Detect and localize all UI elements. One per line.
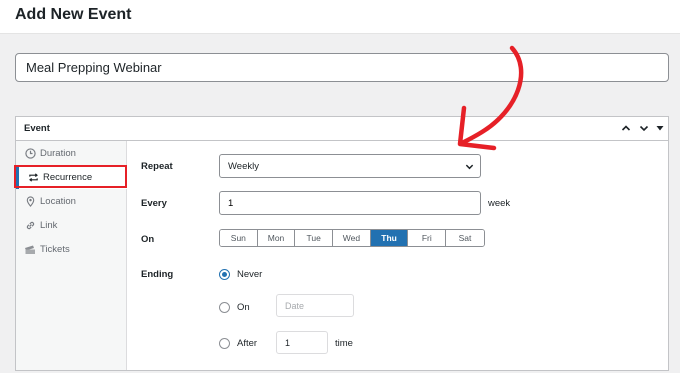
repeat-icon [27,171,39,183]
clock-icon [24,147,36,159]
on-label: On [141,234,155,245]
event-title-input[interactable] [15,53,669,82]
day-thu-button[interactable]: Thu [370,230,409,246]
day-wed-button[interactable]: Wed [333,230,371,246]
sidebar-item-label: Link [40,219,58,231]
link-icon [24,219,36,231]
ending-on-label: On [237,302,250,313]
metabox-header: Event [16,117,668,141]
day-tue-button[interactable]: Tue [295,230,334,246]
chevron-down-icon [465,162,474,174]
event-sidebar: Duration Recurrence Location Link Ticket… [14,141,127,370]
sidebar-item-label: Duration [40,147,76,159]
weekday-selector: Sun Mon Tue Wed Thu Fri Sat [219,229,485,247]
sidebar-item-recurrence[interactable]: Recurrence [16,165,127,189]
chevron-up-icon[interactable] [618,120,634,136]
tickets-icon [24,243,36,255]
every-unit: week [488,198,511,209]
ending-on-radio[interactable] [219,302,230,313]
ending-date-input[interactable] [276,294,354,317]
chevron-down-icon[interactable] [636,120,652,136]
ending-after-count-input[interactable] [276,331,328,354]
day-sun-button[interactable]: Sun [220,230,258,246]
sidebar-item-label: Tickets [40,243,70,255]
sidebar-item-duration[interactable]: Duration [16,141,127,165]
location-pin-icon [24,195,36,207]
repeat-select[interactable]: Weekly [219,154,481,178]
triangle-down-icon[interactable] [652,120,668,136]
sidebar-item-location[interactable]: Location [16,189,127,213]
ending-label: Ending [141,269,174,280]
repeat-select-value: Weekly [228,160,259,172]
sidebar-item-label: Recurrence [43,171,93,183]
page-header: Add New Event [0,0,680,34]
day-sat-button[interactable]: Sat [446,230,484,246]
sidebar-item-link[interactable]: Link [16,213,127,237]
day-mon-button[interactable]: Mon [257,230,296,246]
day-fri-button[interactable]: Fri [408,230,447,246]
ending-never-radio[interactable] [219,269,230,280]
metabox-title: Event [24,123,50,134]
every-input[interactable] [219,191,481,215]
ending-never-label: Never [237,269,263,280]
page-title: Add New Event [15,6,132,23]
ending-after-unit: time [335,338,353,349]
repeat-label: Repeat [141,161,173,172]
every-label: Every [141,198,167,209]
ending-after-radio[interactable] [219,338,230,349]
sidebar-item-label: Location [40,195,76,207]
ending-after-label: After [237,338,258,349]
sidebar-item-tickets[interactable]: Tickets [16,237,127,261]
event-metabox: Event Duration Recurrence Location Link … [14,116,669,371]
